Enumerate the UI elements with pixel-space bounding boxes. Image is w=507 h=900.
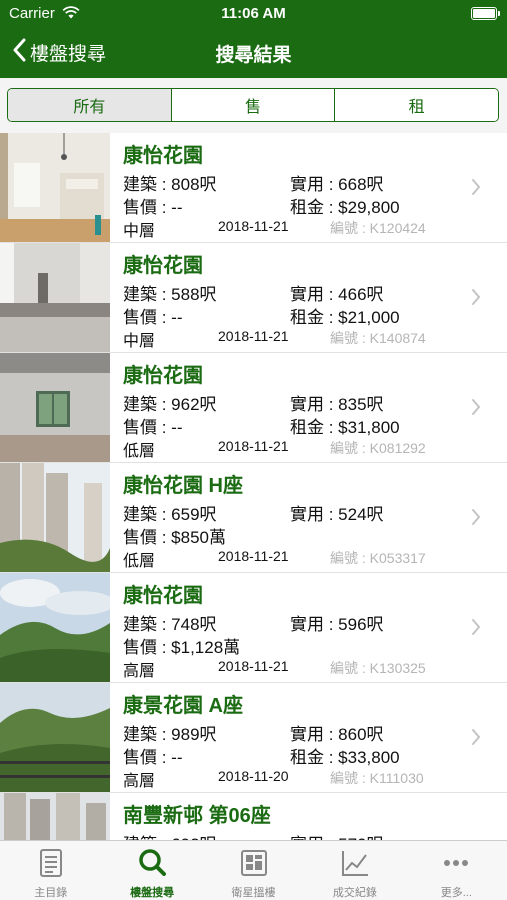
rent-price: 租金 : $21,000 <box>290 308 400 327</box>
tab-label: 主目錄 <box>34 887 68 899</box>
rent-price: 租金 : $29,800 <box>290 198 400 217</box>
chevron-right-icon <box>472 509 481 525</box>
saleable-area: 實用 : 835呎 <box>290 395 384 414</box>
floor-level: 低層 <box>123 553 156 570</box>
tab-main-menu[interactable]: 主目錄 <box>0 841 101 900</box>
chevron-right-icon <box>472 729 481 745</box>
gross-area: 建築 : 588呎 <box>123 285 217 304</box>
listing-date: 2018-11-21 <box>218 438 289 454</box>
floor-level: 高層 <box>123 663 156 680</box>
segment-sale[interactable]: 售 <box>170 89 335 121</box>
listing-row[interactable]: 康怡花園 H座 建築 : 659呎 實用 : 524呎 售價 : $850萬 低… <box>0 463 507 573</box>
listing-title: 康怡花園 <box>123 585 203 607</box>
more-dots-icon <box>444 860 469 866</box>
floor-level: 低層 <box>123 443 156 460</box>
listing-date: 2018-11-20 <box>218 768 289 784</box>
saleable-area: 實用 : 466呎 <box>290 285 384 304</box>
gross-area: 建築 : 808呎 <box>123 175 217 194</box>
segment-rent[interactable]: 租 <box>334 89 498 121</box>
property-photo <box>0 353 110 462</box>
listing-list: 康怡花園 建築 : 808呎 實用 : 668呎 售價 : -- 租金 : $2… <box>0 133 507 840</box>
listing-code: 編號 : K130325 <box>330 660 426 676</box>
property-photo <box>0 683 110 792</box>
listing-title: 康怡花園 H座 <box>123 475 243 497</box>
rent-price: 租金 : $31,800 <box>290 418 400 437</box>
line-chart-icon <box>341 851 368 876</box>
tab-satellite-search[interactable]: 衛星搵樓 <box>203 841 304 900</box>
listing-date: 2018-11-21 <box>218 218 289 234</box>
listing-title: 康怡花園 <box>123 365 203 387</box>
listing-code: 編號 : K120424 <box>330 220 426 236</box>
listing-row[interactable]: 康怡花園 建築 : 962呎 實用 : 835呎 售價 : -- 租金 : $3… <box>0 353 507 463</box>
property-photo <box>0 243 110 352</box>
listing-code: 編號 : K111030 <box>330 770 424 786</box>
gross-area: 建築 : 659呎 <box>123 505 217 524</box>
status-time: 11:06 AM <box>221 5 286 22</box>
listing-row[interactable]: 康怡花園 建築 : 748呎 實用 : 596呎 售價 : $1,128萬 高層… <box>0 573 507 683</box>
page-title: 搜尋結果 <box>215 45 292 66</box>
saleable-area: 實用 : 524呎 <box>290 505 384 524</box>
tab-transaction-records[interactable]: 成交紀錄 <box>304 841 405 900</box>
filter-bar: 所有 售 租 <box>0 78 507 133</box>
listing-code: 編號 : K081292 <box>330 440 426 456</box>
sale-price: 售價 : $850萬 <box>123 528 226 547</box>
listing-date: 2018-11-21 <box>218 548 289 564</box>
tab-label: 衛星搵樓 <box>231 887 276 899</box>
status-bar: Carrier 11:06 AM <box>0 0 507 28</box>
listing-row[interactable]: 康景花園 A座 建築 : 989呎 實用 : 860呎 售價 : -- 租金 :… <box>0 683 507 793</box>
saleable-area: 實用 : 668呎 <box>290 175 384 194</box>
sale-price: 售價 : -- <box>123 748 183 767</box>
listing-code: 編號 : K053317 <box>330 550 426 566</box>
tab-property-search[interactable]: 樓盤搜尋 <box>101 841 202 900</box>
chevron-right-icon <box>472 179 481 195</box>
listing-row[interactable]: 南豐新邨 第06座 建築 : 692呎 實用 : 570呎 <box>0 793 507 840</box>
navigation-header: Carrier 11:06 AM 樓盤搜尋 搜尋結果 <box>0 0 507 78</box>
tab-label: 樓盤搜尋 <box>130 887 175 899</box>
sale-price: 售價 : $1,128萬 <box>123 638 241 657</box>
listing-title: 康怡花園 <box>123 145 203 167</box>
floor-level: 中層 <box>123 223 156 240</box>
floor-level: 中層 <box>123 333 156 350</box>
search-icon <box>139 849 167 876</box>
chevron-right-icon <box>472 289 481 305</box>
sale-price: 售價 : -- <box>123 418 183 437</box>
listing-date: 2018-11-21 <box>218 328 289 344</box>
gross-area: 建築 : 692呎 <box>123 830 217 840</box>
listing-code: 編號 : K140874 <box>330 330 426 346</box>
tab-bar: 主目錄 樓盤搜尋 衛星搵樓 成交紀錄 更多... <box>0 840 507 900</box>
gross-area: 建築 : 748呎 <box>123 615 217 634</box>
listing-title: 康景花園 A座 <box>123 695 243 717</box>
gross-area: 建築 : 989呎 <box>123 725 217 744</box>
saleable-area: 實用 : 570呎 <box>290 830 384 840</box>
chevron-right-icon <box>472 399 481 415</box>
document-list-icon <box>39 849 62 877</box>
listing-title: 康怡花園 <box>123 255 203 277</box>
segmented-control: 所有 售 租 <box>7 88 499 122</box>
floor-level: 高層 <box>123 773 156 790</box>
segment-all[interactable]: 所有 <box>8 89 171 121</box>
saleable-area: 實用 : 596呎 <box>290 615 384 634</box>
chevron-right-icon <box>472 619 481 635</box>
nav-bar: 樓盤搜尋 搜尋結果 <box>0 30 507 74</box>
rent-price: 租金 : $33,800 <box>290 748 400 767</box>
property-photo <box>0 573 110 682</box>
battery-icon <box>471 7 500 20</box>
saleable-area: 實用 : 860呎 <box>290 725 384 744</box>
sale-price: 售價 : -- <box>123 198 183 217</box>
gross-area: 建築 : 962呎 <box>123 395 217 414</box>
tab-label: 更多... <box>440 887 472 899</box>
property-photo <box>0 793 110 840</box>
listing-row[interactable]: 康怡花園 建築 : 588呎 實用 : 466呎 售價 : -- 租金 : $2… <box>0 243 507 353</box>
listing-row[interactable]: 康怡花園 建築 : 808呎 實用 : 668呎 售價 : -- 租金 : $2… <box>0 133 507 243</box>
property-photo <box>0 133 110 242</box>
listing-title: 南豐新邨 第06座 <box>123 805 271 827</box>
satellite-map-icon <box>240 850 267 876</box>
tab-more[interactable]: 更多... <box>406 841 507 900</box>
property-photo <box>0 463 110 572</box>
sale-price: 售價 : -- <box>123 308 183 327</box>
tab-label: 成交紀錄 <box>332 887 377 899</box>
listing-date: 2018-11-21 <box>218 658 289 674</box>
